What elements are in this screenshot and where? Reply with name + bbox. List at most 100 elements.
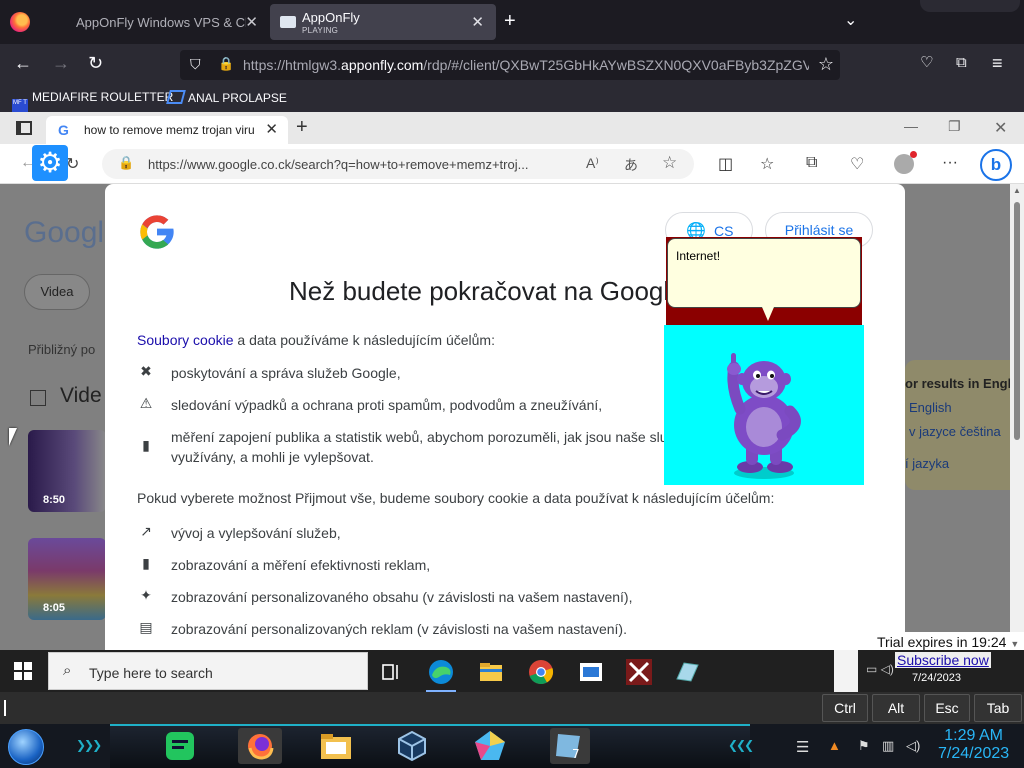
reload-button[interactable]: ↻	[66, 154, 79, 174]
settings-more-icon[interactable]: ···	[942, 154, 958, 172]
bookmark-label: ANAL PROLAPSE	[188, 91, 287, 105]
lock-icon[interactable]: 🔒	[118, 155, 134, 171]
edge-url-text[interactable]: https://www.google.co.ck/search?q=how+to…	[148, 157, 578, 172]
url-text[interactable]: https://htmlgw3.apponfly.com/rdp/#/clien…	[243, 57, 809, 73]
translate-icon[interactable]: あ	[624, 155, 638, 175]
panel-link[interactable]: í jazyka	[905, 456, 949, 471]
ctrl-key-button[interactable]: Ctrl	[822, 694, 868, 722]
ff-tab-apponfly[interactable]: AppOnFly PLAYING ✕	[270, 4, 496, 40]
new-tab-button[interactable]: +	[504, 10, 516, 33]
edge-app-icon[interactable]	[424, 655, 458, 692]
tab-actions-icon[interactable]	[16, 121, 32, 135]
tray-overflow[interactable]	[834, 650, 858, 692]
store-icon[interactable]	[574, 655, 608, 689]
sparkle-icon: ✦	[140, 587, 152, 603]
folder-app-icon[interactable]	[318, 728, 354, 764]
trial-expiry-banner: Trial expires in 19:24 ▼	[874, 632, 1024, 652]
search-icon: ⌕	[63, 662, 72, 679]
network-icon[interactable]: ▭ ◁)	[866, 662, 894, 676]
spotify-like-app-icon[interactable]	[162, 728, 198, 764]
tray-flag-icon[interactable]: ⚑	[858, 738, 870, 754]
restore-icon[interactable]: ❐	[948, 118, 961, 135]
host-clock[interactable]: 1:29 AM 7/24/2023	[938, 727, 1009, 763]
forward-button[interactable]: →	[52, 54, 70, 72]
video-thumbnail[interactable]: 8:50	[28, 430, 106, 512]
ff-tab-apponfly-vps[interactable]: AppOnFly Windows VPS & Clo ✕	[40, 4, 268, 40]
reload-button[interactable]: ↻	[88, 54, 103, 72]
esc-key-button[interactable]: Esc	[924, 694, 970, 722]
file-explorer-icon[interactable]	[474, 655, 508, 689]
gear-icon[interactable]: ⚙	[32, 145, 68, 181]
back-button[interactable]: ←	[14, 54, 32, 72]
windows-start-icon[interactable]	[14, 662, 32, 680]
app-icon-red[interactable]	[622, 655, 656, 689]
panel-link[interactable]: v jazyce čeština	[909, 424, 1001, 439]
shield-icon[interactable]: ⛉	[190, 56, 201, 73]
warning-icon: ⚠	[139, 395, 153, 411]
taskbar-search-box[interactable]: ⌕ Type here to search	[48, 652, 368, 690]
video-thumbnail[interactable]: 8:05	[28, 538, 106, 620]
panel-link[interactable]: English	[909, 400, 952, 415]
windows-taskbar: ⌕ Type here to search ▭ ◁) Subscribe now…	[0, 650, 1024, 692]
url-bar[interactable]: ⛉ 🔒 https://htmlgw3.apponfly.com/rdp/#/c…	[180, 50, 840, 80]
edge-navbar: ← ↻ 🔒 https://www.google.co.ck/search?q=…	[0, 144, 1024, 184]
tray-keyboard-icon[interactable]: ☰	[796, 738, 809, 756]
edge-address-bar[interactable]: 🔒 https://www.google.co.ck/search?q=how+…	[102, 149, 694, 179]
chevron-down-icon[interactable]: ▼	[1010, 639, 1019, 649]
close-icon[interactable]: ✕	[245, 13, 258, 31]
pentagon-app-icon[interactable]	[472, 728, 508, 764]
bonzi-stage[interactable]	[664, 325, 864, 485]
read-aloud-icon[interactable]: A⁾	[586, 155, 599, 172]
bonzi-buddy-window[interactable]: Internet!	[664, 237, 864, 485]
close-icon[interactable]: ✕	[265, 120, 278, 138]
pocket-icon[interactable]: ♡	[920, 54, 933, 72]
app-icon-notes[interactable]	[670, 655, 704, 689]
new-tab-button[interactable]: +	[296, 116, 308, 139]
host-start-orb-icon[interactable]	[8, 729, 44, 765]
edge-tab-google[interactable]: G how to remove memz trojan viru ✕	[46, 116, 288, 144]
firefox-app-icon[interactable]	[238, 728, 282, 764]
scroll-up-icon[interactable]: ▲	[1013, 186, 1021, 195]
close-icon[interactable]: ✕	[471, 13, 484, 31]
tray-network-icon[interactable]: ▥	[882, 738, 894, 754]
purple-gorilla-icon[interactable]	[664, 325, 864, 485]
alt-key-button[interactable]: Alt	[872, 694, 920, 722]
videos-heading: Vide	[60, 384, 102, 407]
mouse-cursor-icon	[9, 428, 17, 446]
search-placeholder: Type here to search	[89, 665, 213, 681]
subscribe-link[interactable]: Subscribe now	[895, 652, 991, 668]
favorite-star-icon[interactable]: ☆	[662, 153, 677, 173]
bing-chat-button[interactable]: b	[980, 149, 1012, 181]
ff-tab-title: AppOnFly Windows VPS & Clo	[76, 15, 246, 30]
bookmark-second[interactable]: ANAL PROLAPSE	[166, 90, 287, 105]
vertical-scrollbar[interactable]: ▲ ▼	[1010, 184, 1024, 650]
task-view-icon[interactable]	[374, 655, 408, 689]
bookmark-star-icon[interactable]: ☆	[818, 54, 834, 75]
split-screen-icon[interactable]: ◫	[718, 154, 733, 174]
profile-avatar[interactable]	[894, 151, 917, 174]
extensions-icon[interactable]: ⧉	[956, 54, 967, 72]
taskbar-date[interactable]: 7/24/2023	[912, 672, 961, 684]
menu-icon[interactable]: ≡	[992, 54, 1003, 72]
close-window-icon[interactable]: ✕	[994, 118, 1007, 138]
pinned-app-icon[interactable]: 7	[550, 728, 590, 764]
accept-intro: Pokud vyberete možnost Přijmout vše, bud…	[137, 490, 775, 506]
filter-chip-videos[interactable]: Videa	[24, 274, 90, 310]
browser-essentials-icon[interactable]: ♡	[850, 154, 864, 174]
lock-icon[interactable]: 🔒	[218, 56, 234, 72]
list-all-tabs-button[interactable]: ⌄	[844, 10, 857, 30]
language-suggestion-panel: or results in Engl English v jazyce češt…	[905, 360, 1010, 490]
minimize-icon[interactable]: —	[904, 118, 918, 134]
collections-icon[interactable]: ⧉	[806, 154, 817, 172]
tab-key-button[interactable]: Tab	[974, 694, 1022, 722]
cookies-link[interactable]: Soubory cookie	[137, 332, 234, 348]
virtualbox-icon[interactable]	[394, 728, 430, 764]
chrome-icon[interactable]	[524, 655, 558, 689]
ad-icon: ▤	[139, 619, 153, 635]
favorites-icon[interactable]: ☆	[760, 154, 774, 174]
scrollbar-thumb[interactable]	[1014, 202, 1020, 440]
purpose-item: ▮ měření zapojení publika a statistik we…	[137, 427, 697, 471]
tray-app-icon[interactable]: ▲	[828, 738, 841, 753]
tray-volume-icon[interactable]: ◁)	[906, 738, 920, 754]
speech-bubble-tail	[762, 307, 774, 321]
